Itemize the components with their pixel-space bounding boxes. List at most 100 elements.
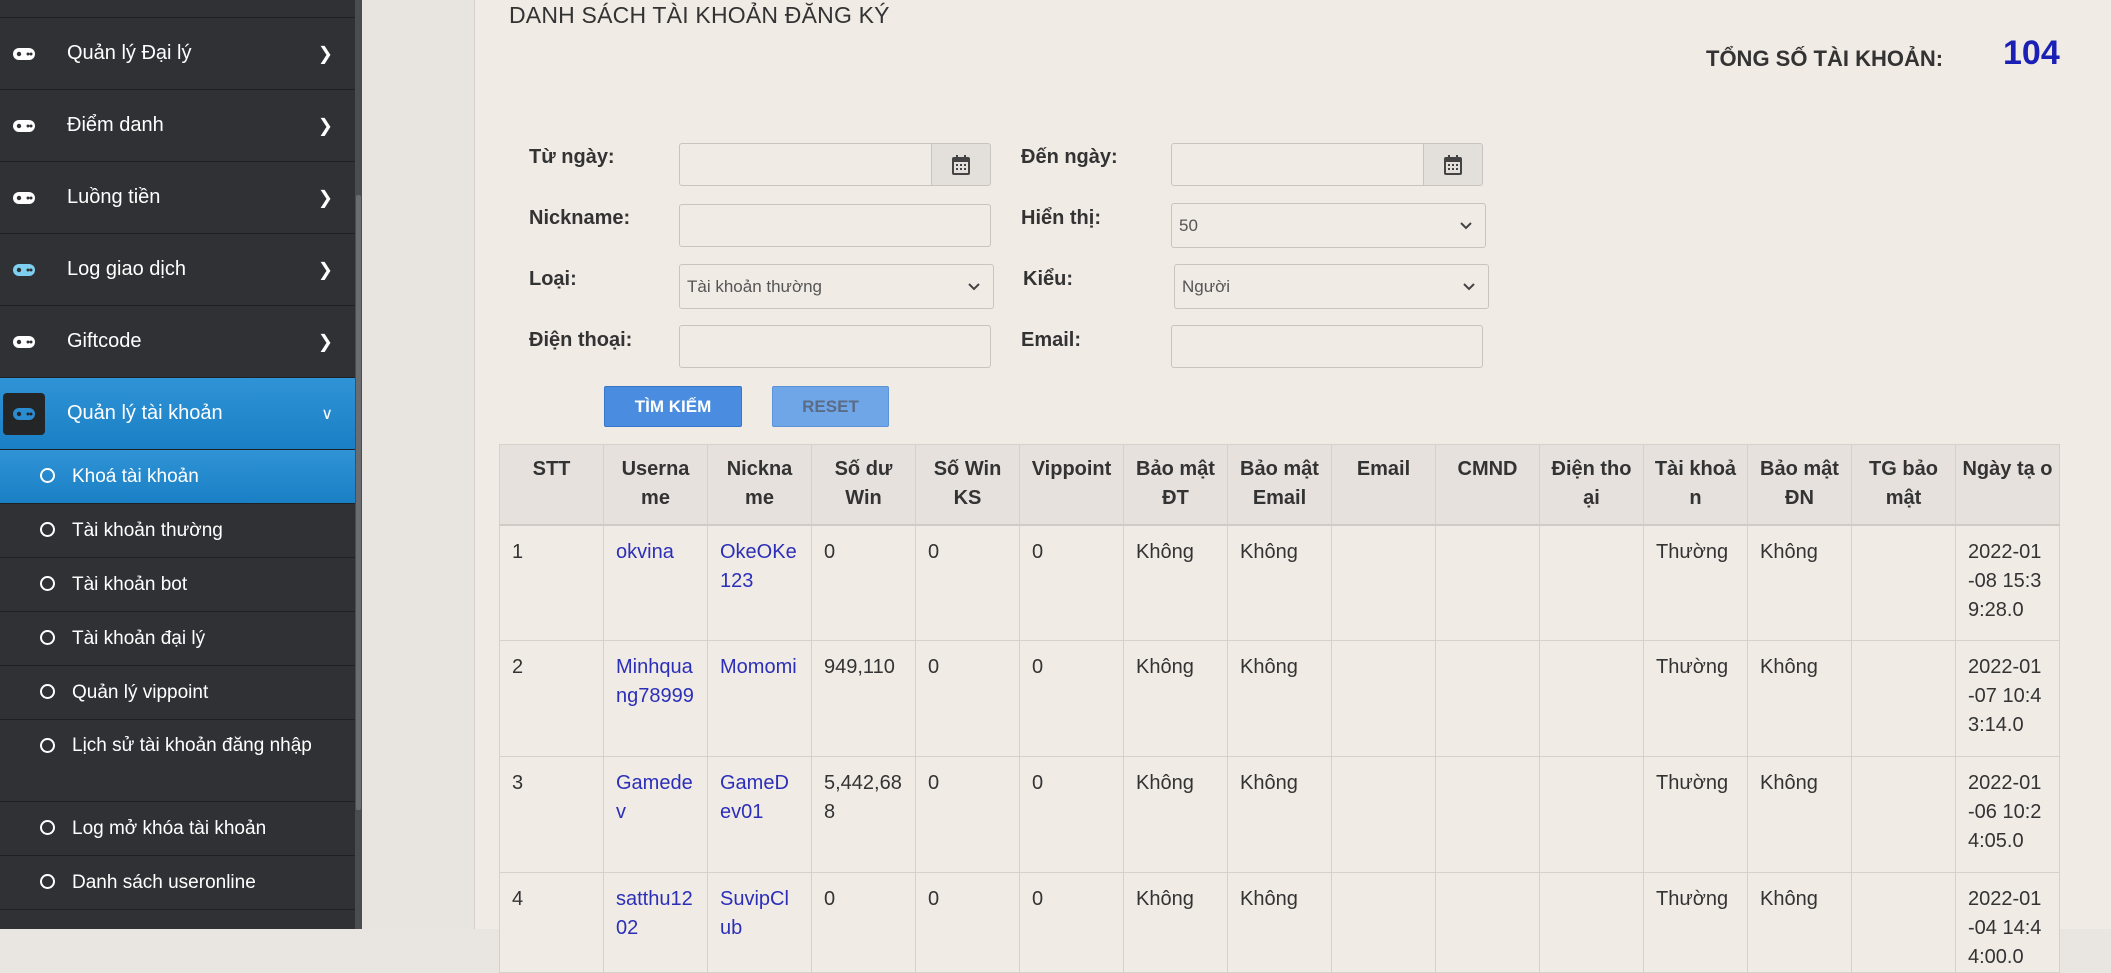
column-header[interactable]: STT: [499, 444, 604, 526]
sidebar-item-label: Luồng tiền: [67, 186, 161, 208]
sidebar-subitem-tai-khoan-dai-ly[interactable]: Tài khoản đại lý: [0, 612, 355, 666]
from-date-input[interactable]: [679, 143, 933, 186]
calendar-icon: [952, 154, 970, 175]
table-cell: 2: [499, 640, 604, 757]
username-link[interactable]: satthu1202: [603, 872, 708, 973]
table-cell: [1331, 524, 1436, 641]
chevron-right-icon: ❯: [317, 115, 333, 135]
search-button[interactable]: TÌM KIẾM: [604, 386, 742, 427]
gamepad-icon: [3, 249, 45, 291]
table-cell: Không: [1123, 872, 1228, 973]
sidebar-subitem-label: Tài khoản đại lý: [72, 628, 206, 649]
table-cell: 5,442,688: [811, 756, 916, 873]
table-cell: Không: [1747, 872, 1852, 973]
table-cell: 2022-01-07 10:43:14.0: [1955, 640, 2060, 757]
table-cell: [1331, 872, 1436, 973]
sidebar-item-giftcode[interactable]: Giftcode ❯: [0, 306, 355, 378]
username-link[interactable]: okvina: [603, 524, 708, 641]
column-header[interactable]: Userna me: [603, 444, 708, 526]
table-cell: [1331, 640, 1436, 757]
kind-label: Kiểu:: [1023, 268, 1073, 290]
chevron-down-icon: [1460, 222, 1472, 230]
table-cell: 0: [1019, 872, 1124, 973]
nickname-input[interactable]: [679, 204, 991, 247]
display-select[interactable]: 50: [1171, 203, 1486, 248]
chevron-down-icon: ∨: [321, 405, 333, 423]
sidebar-subitem-danh-sach-useronline[interactable]: Danh sách useronline: [0, 856, 355, 910]
chevron-right-icon: ❯: [317, 187, 333, 207]
total-accounts-value: 104: [2003, 34, 2060, 72]
table-cell: [1435, 872, 1540, 973]
column-header[interactable]: Email: [1331, 444, 1436, 526]
sidebar-top-edge: [0, 0, 355, 18]
phone-input[interactable]: [679, 325, 991, 368]
table-cell: Thường: [1643, 756, 1748, 873]
sidebar-subitem-label: Danh sách useronline: [72, 872, 256, 893]
nickname-link[interactable]: Momomi: [707, 640, 812, 757]
nickname-link[interactable]: SuvipClub: [707, 872, 812, 973]
column-header[interactable]: Bảo mật ĐT: [1123, 444, 1228, 526]
sidebar-subitem-log-mo-khoa[interactable]: Log mở khóa tài khoản: [0, 802, 355, 856]
sidebar-item-diem-danh[interactable]: Điểm danh ❯: [0, 90, 355, 162]
type-select[interactable]: Tài khoản thường: [679, 264, 994, 309]
kind-select[interactable]: Người: [1174, 264, 1489, 309]
gamepad-icon: [3, 177, 45, 219]
sidebar-item-quan-ly-dai-ly[interactable]: Quản lý Đại lý ❯: [0, 18, 355, 90]
table-cell: 0: [1019, 640, 1124, 757]
column-header[interactable]: TG bảo mật: [1851, 444, 1956, 526]
to-date-calendar-button[interactable]: [1423, 143, 1483, 186]
table-cell: [1435, 640, 1540, 757]
table-cell: Không: [1747, 640, 1852, 757]
sidebar-subitem-lich-su-dang-nhap[interactable]: Lịch sử tài khoản đăng nhập: [0, 720, 355, 802]
circle-icon: [40, 468, 55, 483]
column-header[interactable]: Ngày tạ o: [1955, 444, 2060, 526]
scrollbar-thumb[interactable]: [356, 195, 361, 810]
column-header[interactable]: Nickna me: [707, 444, 812, 526]
nickname-link[interactable]: GameDev01: [707, 756, 812, 873]
column-header[interactable]: Vippoint: [1019, 444, 1124, 526]
sidebar-item-quan-ly-tai-khoan[interactable]: Quản lý tài khoản ∨: [0, 378, 355, 450]
sidebar-item-log-giao-dich[interactable]: Log giao dịch ❯: [0, 234, 355, 306]
phone-label: Điện thoại:: [529, 329, 633, 351]
sidebar-item-luong-tien[interactable]: Luồng tiền ❯: [0, 162, 355, 234]
table-cell: Không: [1227, 756, 1332, 873]
gamepad-icon: [3, 105, 45, 147]
table-cell: Không: [1227, 640, 1332, 757]
username-link[interactable]: Gamedev: [603, 756, 708, 873]
column-header[interactable]: Bảo mật ĐN: [1747, 444, 1852, 526]
to-date-input[interactable]: [1171, 143, 1425, 186]
sidebar-scrollbar[interactable]: [355, 0, 362, 929]
gamepad-icon: [3, 392, 45, 435]
nickname-link[interactable]: OkeOKe123: [707, 524, 812, 641]
table-row[interactable]: 3 Gamedev GameDev01 5,442,688 0 0 Không Không Th…: [499, 756, 2060, 873]
from-date-calendar-button[interactable]: [931, 143, 991, 186]
table-row[interactable]: 4 satthu1202 SuvipClub 0 0 0 Không Không Thường K…: [499, 872, 2060, 973]
page-title: DANH SÁCH TÀI KHOẢN ĐĂNG KÝ: [509, 2, 890, 28]
sidebar-subitem-quan-ly-vippoint[interactable]: Quản lý vippoint: [0, 666, 355, 720]
email-input[interactable]: [1171, 325, 1483, 368]
type-select-value: Tài khoản thường: [687, 276, 822, 296]
column-header[interactable]: Tài khoả n: [1643, 444, 1748, 526]
reset-button[interactable]: RESET: [772, 386, 889, 427]
sidebar-subitem-label: Log mở khóa tài khoản: [72, 818, 267, 839]
accounts-table-wrapper: STT Userna me Nickna me Số dư Win Số Win KS V…: [499, 444, 2060, 973]
table-cell: Thường: [1643, 640, 1748, 757]
username-link[interactable]: Minhquang78999: [603, 640, 708, 757]
column-header[interactable]: CMND: [1435, 444, 1540, 526]
column-header[interactable]: Bảo mật Email: [1227, 444, 1332, 526]
sidebar-item-label: Quản lý Đại lý: [67, 42, 192, 64]
sidebar-subitem-label: Quản lý vippoint: [72, 682, 209, 703]
column-header[interactable]: Số Win KS: [915, 444, 1020, 526]
table-cell: 0: [811, 872, 916, 973]
column-header[interactable]: Điện tho ại: [1539, 444, 1644, 526]
table-row[interactable]: 1 okvina OkeOKe123 0 0 0 Không Không Thường Không…: [499, 524, 2060, 641]
table-cell: [1851, 872, 1956, 973]
table-row[interactable]: 2 Minhquang78999 Momomi 949,110 0 0 Không Không…: [499, 640, 2060, 757]
sidebar-subitem-tai-khoan-bot[interactable]: Tài khoản bot: [0, 558, 355, 612]
circle-icon: [40, 630, 55, 645]
sidebar-subitem-tai-khoan-thuong[interactable]: Tài khoản thường: [0, 504, 355, 558]
circle-icon: [40, 738, 55, 753]
sidebar-subitem-label: Tài khoản bot: [72, 574, 188, 595]
column-header[interactable]: Số dư Win: [811, 444, 916, 526]
sidebar-subitem-khoa-tai-khoan[interactable]: Khoá tài khoản: [0, 450, 355, 504]
